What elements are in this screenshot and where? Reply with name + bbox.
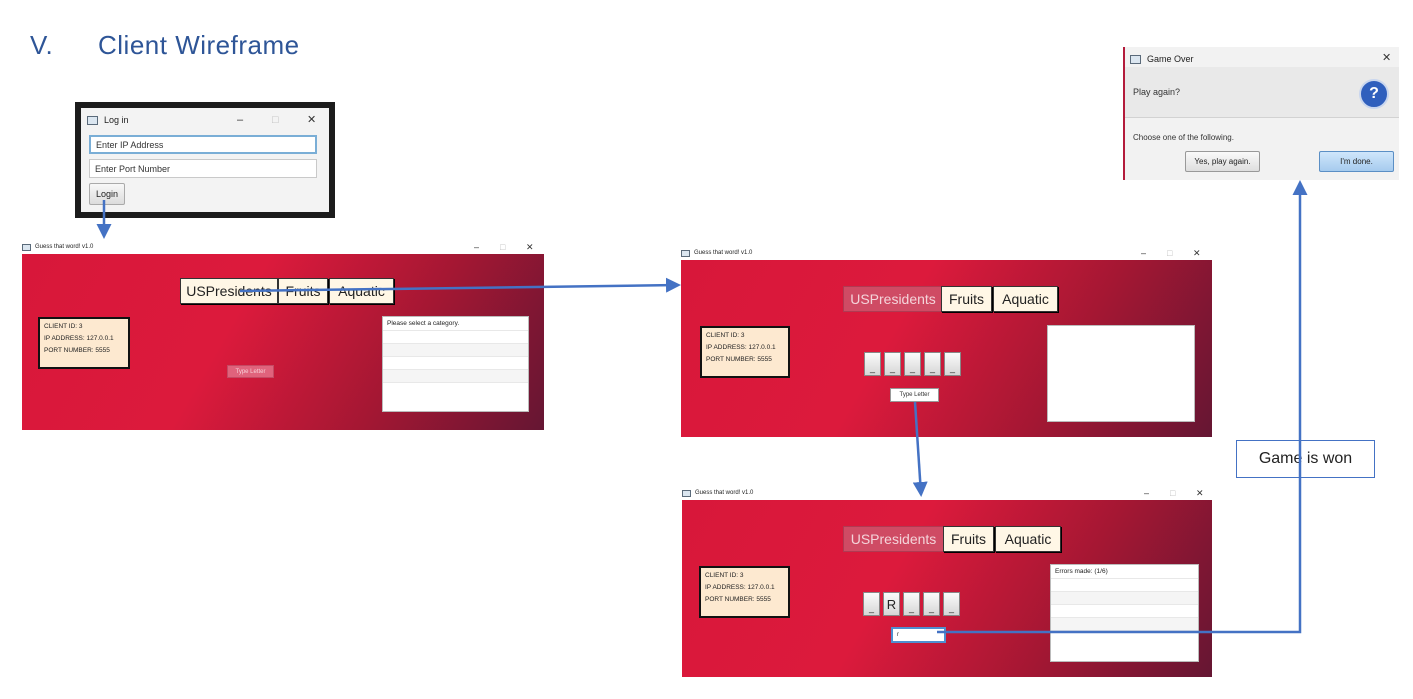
- flow-arrows: [96, 180, 1308, 634]
- arrow-win-to-game-over: [937, 180, 1308, 634]
- arrow-category-to-word: [239, 277, 681, 293]
- arrow-type-to-guess: [912, 401, 928, 497]
